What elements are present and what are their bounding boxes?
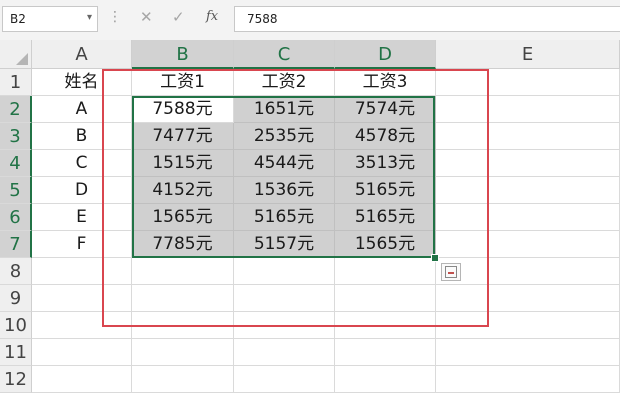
- cell-e7[interactable]: [436, 231, 620, 258]
- cell-a2[interactable]: A: [32, 96, 132, 123]
- column-header-c[interactable]: C: [234, 40, 335, 69]
- row-header-7[interactable]: 7: [0, 231, 32, 258]
- formula-bar: B2 ▾ ⋮ ✕ ✓ fx 7588: [0, 0, 620, 41]
- cell-d11[interactable]: [335, 339, 436, 366]
- row-header-11[interactable]: 11: [0, 339, 32, 366]
- cancel-icon[interactable]: ✕: [140, 8, 153, 26]
- cell-d7[interactable]: 1565元: [335, 231, 436, 258]
- cell-a11[interactable]: [32, 339, 132, 366]
- cell-e4[interactable]: [436, 150, 620, 177]
- cell-e12[interactable]: [436, 366, 620, 393]
- row-header-10[interactable]: 10: [0, 312, 32, 339]
- row-header-9[interactable]: 9: [0, 285, 32, 312]
- column-header-a[interactable]: A: [32, 40, 132, 69]
- cell-b6[interactable]: 1565元: [132, 204, 234, 231]
- cell-d3[interactable]: 4578元: [335, 123, 436, 150]
- enter-icon[interactable]: ✓: [172, 8, 185, 26]
- cell-d6[interactable]: 5165元: [335, 204, 436, 231]
- cell-c10[interactable]: [234, 312, 335, 339]
- cell-d2[interactable]: 7574元: [335, 96, 436, 123]
- cell-d1[interactable]: 工资3: [335, 69, 436, 96]
- name-box-value: B2: [10, 12, 26, 26]
- cell-c3[interactable]: 2535元: [234, 123, 335, 150]
- cell-a5[interactable]: D: [32, 177, 132, 204]
- cell-e10[interactable]: [436, 312, 620, 339]
- insert-function-button[interactable]: fx: [206, 9, 218, 24]
- cell-a12[interactable]: [32, 366, 132, 393]
- row-header-1[interactable]: 1: [0, 69, 32, 96]
- fill-handle[interactable]: [431, 254, 439, 262]
- column-header-b[interactable]: B: [132, 40, 234, 69]
- cell-c8[interactable]: [234, 258, 335, 285]
- cell-e8[interactable]: [436, 258, 620, 285]
- drag-handle-icon[interactable]: ⋮: [108, 9, 122, 25]
- cell-b1[interactable]: 工资1: [132, 69, 234, 96]
- cell-e2[interactable]: [436, 96, 620, 123]
- cell-d4[interactable]: 3513元: [335, 150, 436, 177]
- quick-analysis-button[interactable]: [441, 263, 461, 281]
- cell-b7[interactable]: 7785元: [132, 231, 234, 258]
- cell-c2[interactable]: 1651元: [234, 96, 335, 123]
- cell-c5[interactable]: 1536元: [234, 177, 335, 204]
- spreadsheet-grid: ABCDE 1 2 3 4 5 6 7 8 9 10 11 12 姓名 工资1 工资2 工资3 A 7588元 1…: [0, 40, 620, 402]
- column-header-d[interactable]: D: [335, 40, 436, 69]
- cell-b12[interactable]: [132, 366, 234, 393]
- row-header-5[interactable]: 5: [0, 177, 32, 204]
- row-header-6[interactable]: 6: [0, 204, 32, 231]
- cell-c6[interactable]: 5165元: [234, 204, 335, 231]
- row-header-12[interactable]: 12: [0, 366, 32, 393]
- cell-b3[interactable]: 7477元: [132, 123, 234, 150]
- cell-a9[interactable]: [32, 285, 132, 312]
- cell-d5[interactable]: 5165元: [335, 177, 436, 204]
- cell-e6[interactable]: [436, 204, 620, 231]
- cell-a6[interactable]: E: [32, 204, 132, 231]
- row-header-8[interactable]: 8: [0, 258, 32, 285]
- cell-e1[interactable]: [436, 69, 620, 96]
- cell-d12[interactable]: [335, 366, 436, 393]
- cell-c11[interactable]: [234, 339, 335, 366]
- cell-c12[interactable]: [234, 366, 335, 393]
- cell-a10[interactable]: [32, 312, 132, 339]
- cell-c1[interactable]: 工资2: [234, 69, 335, 96]
- cell-e9[interactable]: [436, 285, 620, 312]
- select-all-button[interactable]: [0, 40, 32, 69]
- cell-a8[interactable]: [32, 258, 132, 285]
- chevron-down-icon[interactable]: ▾: [87, 12, 92, 23]
- cell-b4[interactable]: 1515元: [132, 150, 234, 177]
- formula-value: 7588: [247, 12, 278, 26]
- cell-b11[interactable]: [132, 339, 234, 366]
- cell-b2[interactable]: 7588元: [132, 96, 234, 123]
- cell-d10[interactable]: [335, 312, 436, 339]
- cell-e11[interactable]: [436, 339, 620, 366]
- row-header-2[interactable]: 2: [0, 96, 32, 123]
- cell-b9[interactable]: [132, 285, 234, 312]
- name-box[interactable]: B2 ▾: [2, 6, 98, 32]
- cell-c7[interactable]: 5157元: [234, 231, 335, 258]
- row-header-3[interactable]: 3: [0, 123, 32, 150]
- cell-e3[interactable]: [436, 123, 620, 150]
- row-header-4[interactable]: 4: [0, 150, 32, 177]
- cell-c4[interactable]: 4544元: [234, 150, 335, 177]
- cell-b10[interactable]: [132, 312, 234, 339]
- cell-a7[interactable]: F: [32, 231, 132, 258]
- cell-a3[interactable]: B: [32, 123, 132, 150]
- cell-a1[interactable]: 姓名: [32, 69, 132, 96]
- cell-b5[interactable]: 4152元: [132, 177, 234, 204]
- formula-input[interactable]: 7588: [234, 6, 620, 32]
- cell-b8[interactable]: [132, 258, 234, 285]
- cell-c9[interactable]: [234, 285, 335, 312]
- cell-e5[interactable]: [436, 177, 620, 204]
- cell-a4[interactable]: C: [32, 150, 132, 177]
- cell-d8[interactable]: [335, 258, 436, 285]
- column-header-e[interactable]: E: [436, 40, 620, 69]
- quick-analysis-icon: [445, 266, 457, 278]
- cell-d9[interactable]: [335, 285, 436, 312]
